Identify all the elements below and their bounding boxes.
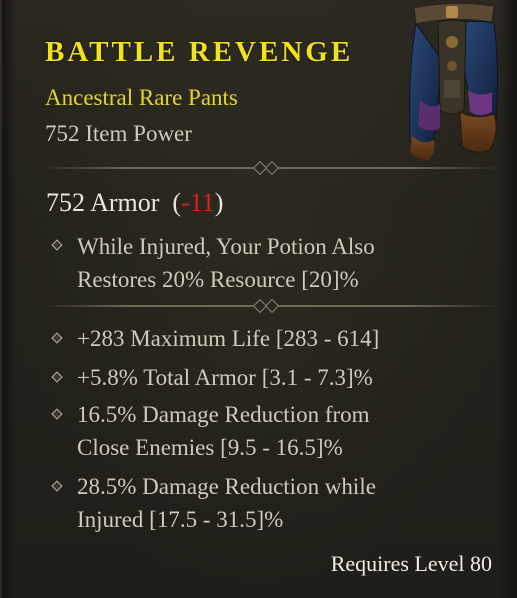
divider-ornament (264, 298, 280, 314)
implicit-affix: While Injured, Your Potion Also Restores… (77, 230, 497, 296)
affix: 16.5% Damage Reduction from Close Enemie… (77, 398, 497, 464)
affix-line: Injured [17.5 - 31.5]% (77, 507, 284, 532)
affix-bullet-icon (51, 408, 63, 420)
divider-middle (40, 298, 500, 314)
armor-open-paren: ( (172, 188, 182, 217)
item-power: 752 Item Power (45, 121, 192, 146)
armor-stat: 752 Armor (-11) (46, 188, 223, 218)
affix: +283 Maximum Life [283 - 614] (77, 322, 497, 355)
affix-line: 28.5% Damage Reduction while (77, 474, 376, 499)
armor-value: 752 Armor (46, 188, 160, 217)
affix-line: +283 Maximum Life [283 - 614] (77, 326, 380, 351)
affix-line: 16.5% Damage Reduction from (77, 402, 370, 427)
affix-line: +5.8% Total Armor [3.1 - 7.3]% (77, 365, 373, 390)
affix-bullet-icon (51, 332, 63, 344)
divider-top (40, 160, 500, 176)
affix-bullet-icon (51, 239, 63, 251)
affix-line: Restores 20% Resource [20]% (77, 267, 359, 292)
divider-ornament (264, 160, 280, 176)
affix: +5.8% Total Armor [3.1 - 7.3]% (77, 361, 497, 394)
affix-bullet-icon (51, 371, 63, 383)
armor-close-paren: ) (214, 188, 224, 217)
affix: 28.5% Damage Reduction while Injured [17… (77, 470, 497, 536)
affix-line: Close Enemies [9.5 - 16.5]% (77, 435, 343, 460)
item-tooltip: BATTLE REVENGE Ancestral Rare Pants 752 … (0, 0, 517, 598)
pants-icon (409, 2, 499, 160)
affix-line: While Injured, Your Potion Also (77, 234, 375, 259)
level-requirement: Requires Level 80 (330, 551, 492, 576)
tooltip-edge-left (2, 0, 16, 598)
item-name: BATTLE REVENGE (45, 36, 354, 68)
armor-delta: -11 (181, 188, 215, 217)
item-type: Ancestral Rare Pants (45, 85, 238, 110)
affix-bullet-icon (51, 480, 63, 492)
